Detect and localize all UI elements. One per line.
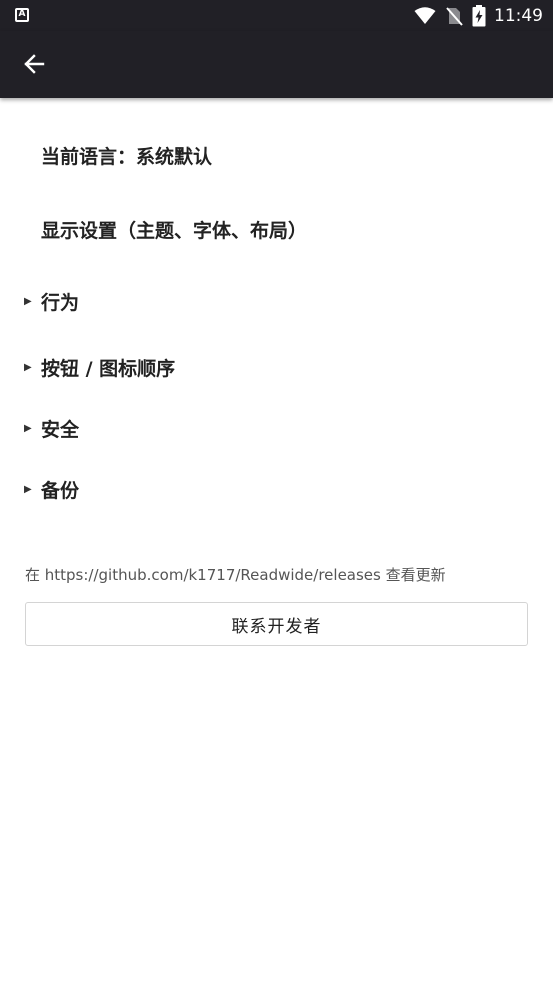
section-label: 安全	[41, 419, 80, 441]
wifi-icon	[414, 6, 436, 24]
app-notification-letter: A	[18, 9, 26, 19]
expand-triangle-icon: ▶	[24, 484, 32, 495]
section-label: 按钮 / 图标顺序	[41, 358, 176, 380]
section-button-icon-order[interactable]: ▶ 按钮 / 图标顺序	[24, 354, 175, 381]
app-bar	[0, 31, 553, 98]
display-settings[interactable]: 显示设置（主题、字体、布局）	[41, 216, 307, 243]
language-setting[interactable]: 当前语言：系统默认	[41, 142, 212, 169]
no-sim-icon	[446, 6, 463, 26]
app-notification-icon: A	[15, 8, 29, 22]
status-bar: A 11:49	[0, 0, 553, 31]
contact-developer-button[interactable]: 联系开发者	[25, 602, 528, 646]
expand-triangle-icon: ▶	[24, 296, 32, 307]
status-icons: 11:49	[414, 0, 543, 31]
expand-triangle-icon: ▶	[24, 362, 32, 373]
section-label: 行为	[41, 292, 80, 314]
clock-time: 11:49	[494, 5, 543, 26]
back-button[interactable]	[12, 42, 56, 86]
section-behavior[interactable]: ▶ 行为	[24, 288, 79, 315]
section-label: 备份	[41, 480, 80, 502]
battery-charging-icon	[472, 4, 486, 26]
section-security[interactable]: ▶ 安全	[24, 415, 79, 442]
expand-triangle-icon: ▶	[24, 423, 32, 434]
section-backup[interactable]: ▶ 备份	[24, 476, 79, 503]
arrow-left-icon	[24, 54, 45, 74]
update-link-text[interactable]: 在 https://github.com/k1717/Readwide/rele…	[25, 564, 446, 585]
